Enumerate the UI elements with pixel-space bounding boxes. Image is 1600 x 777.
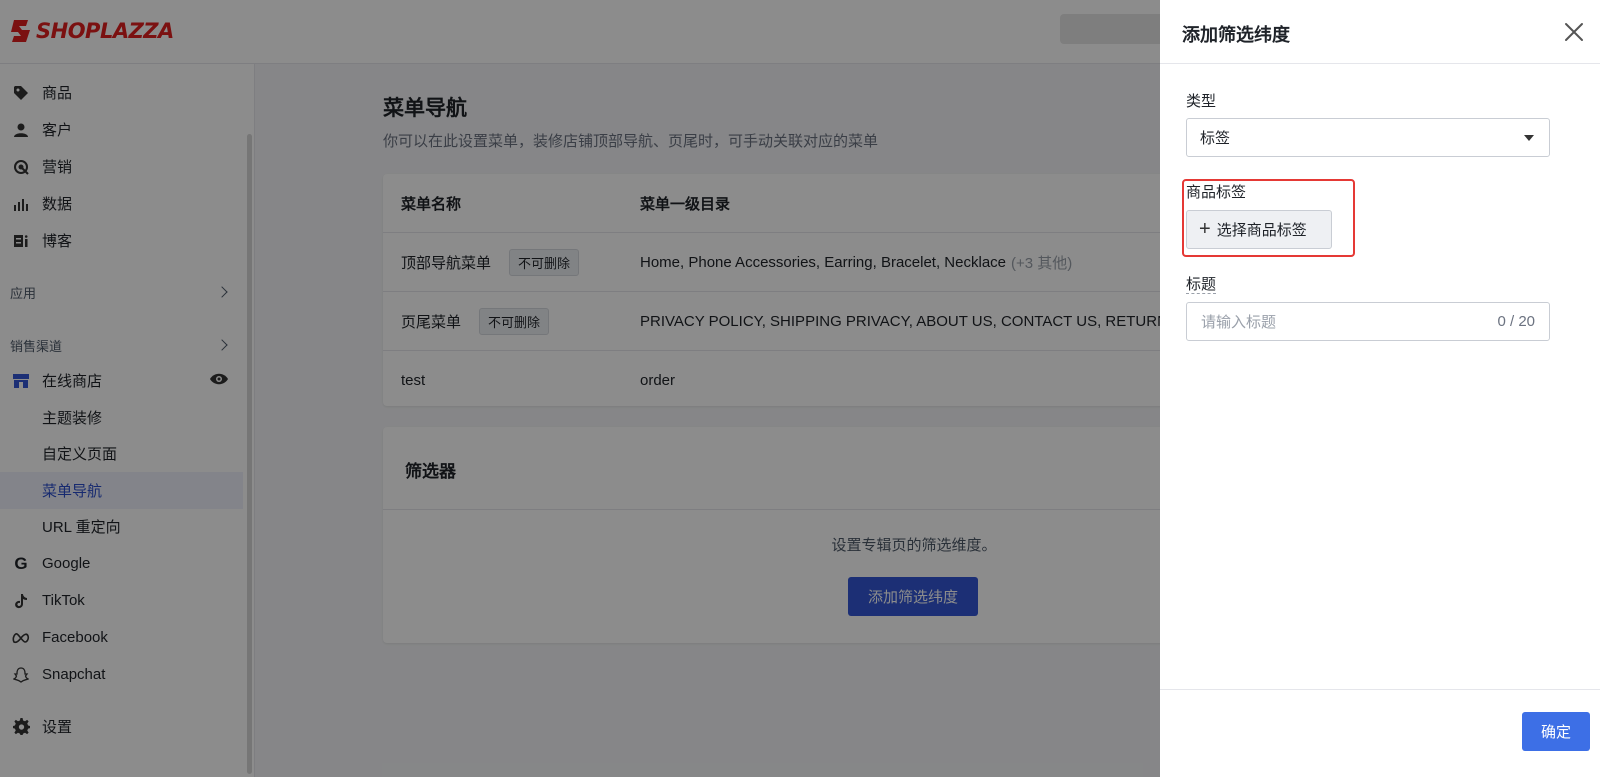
close-icon[interactable]: [1560, 18, 1588, 46]
title-label-text: 标题: [1186, 276, 1217, 294]
title-input-placeholder: 请输入标题: [1201, 314, 1277, 331]
add-filter-drawer: 添加筛选纬度 类型 标签 商品标签 + 选择商品标签 标题 请输入标题 0 / …: [1160, 0, 1600, 777]
drawer-footer-divider: [1160, 689, 1600, 690]
choose-product-tag-button[interactable]: + 选择商品标签: [1186, 210, 1332, 249]
caret-down-icon: [1524, 135, 1534, 141]
choose-product-tag-label: 选择商品标签: [1216, 222, 1307, 239]
title-input[interactable]: 请输入标题 0 / 20: [1186, 302, 1550, 341]
modal-overlay[interactable]: [0, 0, 1160, 777]
type-select-value: 标签: [1200, 130, 1231, 147]
char-counter: 0 / 20: [1497, 313, 1535, 330]
drawer-title: 添加筛选纬度: [1182, 25, 1290, 45]
plus-icon: +: [1199, 218, 1211, 240]
drawer-header: 添加筛选纬度: [1160, 0, 1600, 64]
title-label: 标题: [1186, 273, 1217, 294]
type-select[interactable]: 标签: [1186, 118, 1550, 157]
confirm-button[interactable]: 确定: [1522, 712, 1590, 751]
type-label: 类型: [1186, 93, 1217, 110]
product-tag-label: 商品标签: [1186, 184, 1247, 201]
